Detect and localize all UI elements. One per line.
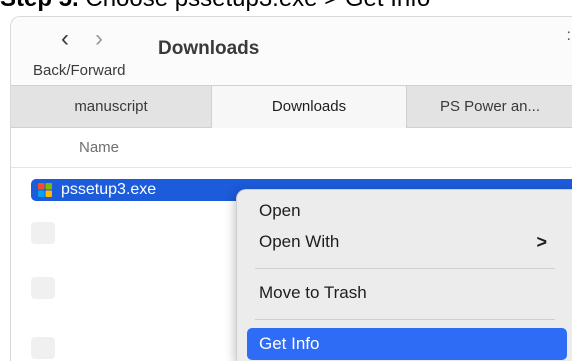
file-name: pssetup3.exe [61, 181, 157, 198]
back-forward-label: Back/Forward [33, 62, 126, 79]
forward-button[interactable]: › [95, 27, 103, 51]
toolbar-overflow-icon[interactable]: : [567, 27, 571, 45]
step-number: Step 5. [0, 0, 79, 12]
menu-separator [255, 268, 555, 269]
menu-separator [255, 319, 555, 320]
tab-manuscript[interactable]: manuscript [11, 86, 211, 127]
menu-item-get-info[interactable]: Get Info [247, 328, 567, 360]
file-row-icon[interactable] [31, 222, 55, 244]
file-row-icon[interactable] [31, 337, 55, 359]
windows-exe-icon [38, 183, 52, 197]
toolbar: ‹ › Back/Forward Downloads : [11, 17, 572, 85]
window-title: Downloads [158, 38, 260, 59]
column-divider [11, 167, 572, 168]
menu-item-open[interactable]: Open [247, 196, 567, 226]
back-button[interactable]: ‹ [61, 27, 69, 51]
step-text: Choose pssetup3.exe > Get Info [79, 0, 430, 12]
tab-bar: manuscript Downloads PS Power an... [11, 85, 572, 128]
context-menu: Open Open With > Move to Trash Get Info [236, 189, 572, 361]
column-header-name[interactable]: Name [79, 139, 119, 156]
step-heading: Step 5. Choose pssetup3.exe > Get Info [0, 0, 572, 11]
tab-downloads[interactable]: Downloads [211, 86, 407, 128]
file-row-icon[interactable] [31, 277, 55, 299]
menu-item-open-with-label: Open With [259, 232, 340, 251]
tab-ps-power[interactable]: PS Power an... [407, 86, 572, 127]
chevron-right-icon: > [536, 232, 547, 252]
menu-item-open-with[interactable]: Open With > [247, 227, 567, 257]
menu-item-move-to-trash[interactable]: Move to Trash [247, 278, 567, 308]
